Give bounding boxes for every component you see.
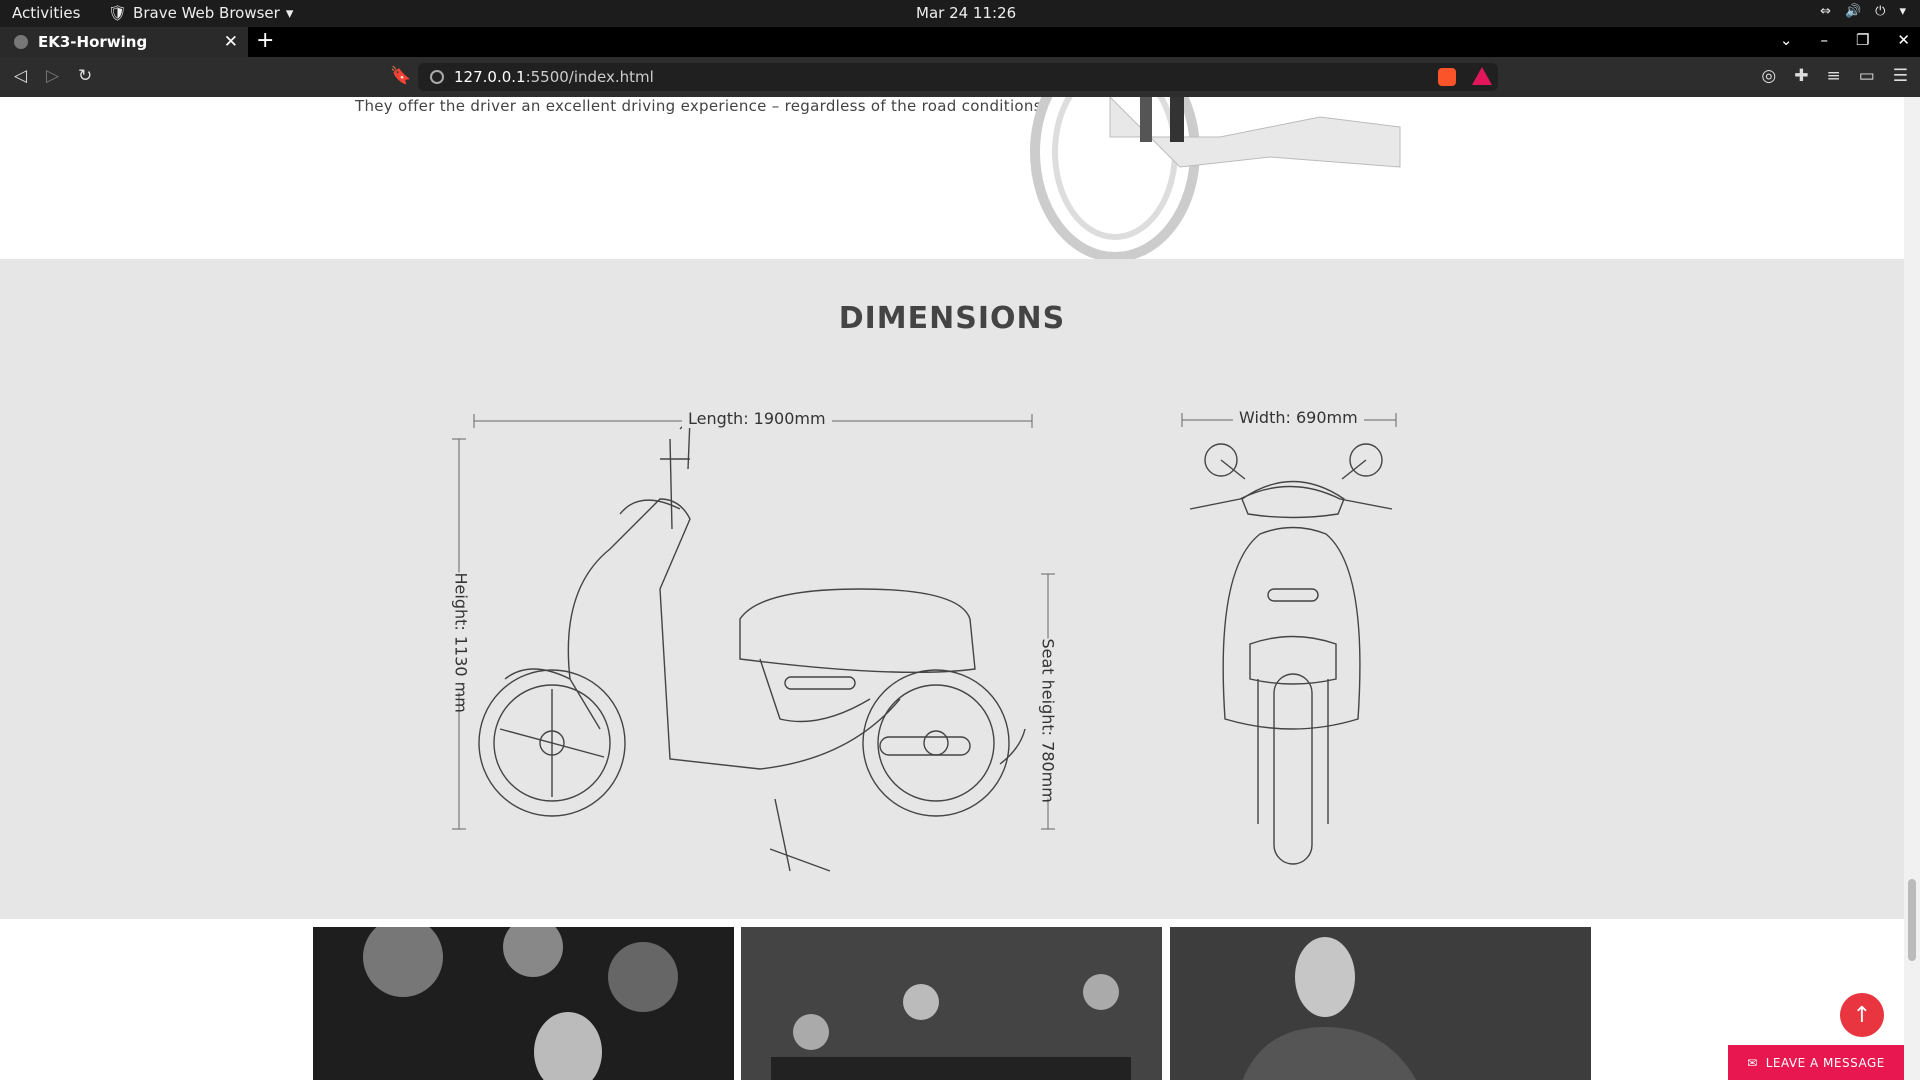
- gallery-photo-group[interactable]: [741, 927, 1162, 1080]
- scrollbar-thumb[interactable]: [1908, 879, 1916, 961]
- tab-title: EK3-Horwing: [38, 33, 148, 51]
- gallery-strip: [313, 927, 1593, 1080]
- width-label: Width: 690mm: [1233, 408, 1364, 427]
- dimensions-section: DIMENSIONS Length: 1900mm Width: 690mm H…: [0, 259, 1904, 919]
- address-bar[interactable]: 127.0.0.1 :5500/index.html: [418, 63, 1498, 91]
- minimize-icon[interactable]: –: [1820, 31, 1828, 49]
- forward-icon[interactable]: ▷: [46, 66, 59, 86]
- page-viewport: They offer the driver an excellent drivi…: [0, 97, 1904, 1080]
- back-icon[interactable]: ◁: [14, 66, 27, 86]
- photo-group-image: [741, 927, 1162, 1080]
- photo-woman-image: [313, 927, 734, 1080]
- scooter-dimension-drawings: [452, 413, 1397, 872]
- gallery-photo-woman[interactable]: [313, 927, 734, 1080]
- length-label: Length: 1900mm: [682, 409, 832, 428]
- system-top-bar: Activities 🛡 Brave Web Browser ▾ Mar 24 …: [0, 0, 1920, 27]
- intro-text: They offer the driver an excellent drivi…: [355, 97, 1047, 115]
- gallery-photo-man[interactable]: [1170, 927, 1591, 1080]
- envelope-icon: ✉: [1747, 1055, 1758, 1070]
- caret-down-icon: ▾: [1899, 4, 1906, 19]
- close-window-icon[interactable]: ✕: [1897, 31, 1910, 49]
- wallet-icon[interactable]: ▭: [1859, 66, 1875, 86]
- network-icon: ⇔: [1820, 4, 1831, 19]
- system-tray[interactable]: ⇔ 🔊 ⏻ ▾: [1820, 4, 1906, 19]
- app-menu[interactable]: 🛡 Brave Web Browser ▾: [108, 4, 293, 22]
- menu-icon[interactable]: ☰: [1893, 66, 1908, 86]
- window-controls: ⌄ – ❐ ✕: [1780, 31, 1910, 49]
- caret-down-icon: ▾: [285, 4, 294, 22]
- volume-icon: 🔊: [1844, 4, 1862, 19]
- playlist-icon[interactable]: ≡: [1826, 66, 1840, 86]
- page-scrollbar[interactable]: [1904, 97, 1920, 1080]
- arrow-up-icon: ↑: [1852, 1002, 1872, 1028]
- photo-man-image: [1170, 927, 1591, 1080]
- tab-list-icon[interactable]: ⌄: [1780, 31, 1793, 49]
- vpn-icon[interactable]: ◎: [1761, 66, 1776, 86]
- tab-strip: EK3-Horwing ✕ + ⌄ – ❐ ✕: [0, 27, 1920, 57]
- bookmark-icon[interactable]: 🔖: [390, 66, 411, 86]
- leave-message-label: LEAVE A MESSAGE: [1765, 1055, 1885, 1070]
- power-icon: ⏻: [1875, 4, 1886, 19]
- restore-icon[interactable]: ❐: [1856, 31, 1869, 49]
- site-info-icon[interactable]: [430, 70, 444, 84]
- leave-message-button[interactable]: ✉ LEAVE A MESSAGE: [1728, 1045, 1904, 1080]
- reload-icon[interactable]: ↻: [78, 66, 92, 86]
- close-tab-icon[interactable]: ✕: [224, 32, 238, 52]
- brave-rewards-icon[interactable]: [1472, 67, 1492, 85]
- tab-ek3-horwing[interactable]: EK3-Horwing ✕: [0, 27, 248, 57]
- extensions-icon[interactable]: ✚: [1794, 66, 1808, 86]
- new-tab-button[interactable]: +: [256, 28, 274, 53]
- seat-height-label: Seat height: 780mm: [1038, 638, 1058, 803]
- navigation-bar: ◁ ▷ ↻ 🔖 127.0.0.1 :5500/index.html ◎ ✚ ≡…: [0, 57, 1920, 97]
- clock[interactable]: Mar 24 11:26: [916, 4, 1016, 22]
- url-path: :5500/index.html: [525, 68, 654, 86]
- brave-lion-icon: 🛡: [108, 4, 128, 22]
- url-host: 127.0.0.1: [454, 68, 526, 86]
- toolbar-right: ◎ ✚ ≡ ▭ ☰: [1761, 66, 1908, 86]
- height-label: Height: 1130 mm: [451, 572, 471, 713]
- back-to-top-button[interactable]: ↑: [1840, 993, 1884, 1037]
- activities-button[interactable]: Activities: [12, 4, 80, 22]
- globe-icon: [14, 35, 28, 49]
- app-name: Brave Web Browser: [133, 4, 280, 22]
- brave-shields-icon[interactable]: [1438, 68, 1456, 86]
- scooter-wheel-image: [1030, 97, 1401, 259]
